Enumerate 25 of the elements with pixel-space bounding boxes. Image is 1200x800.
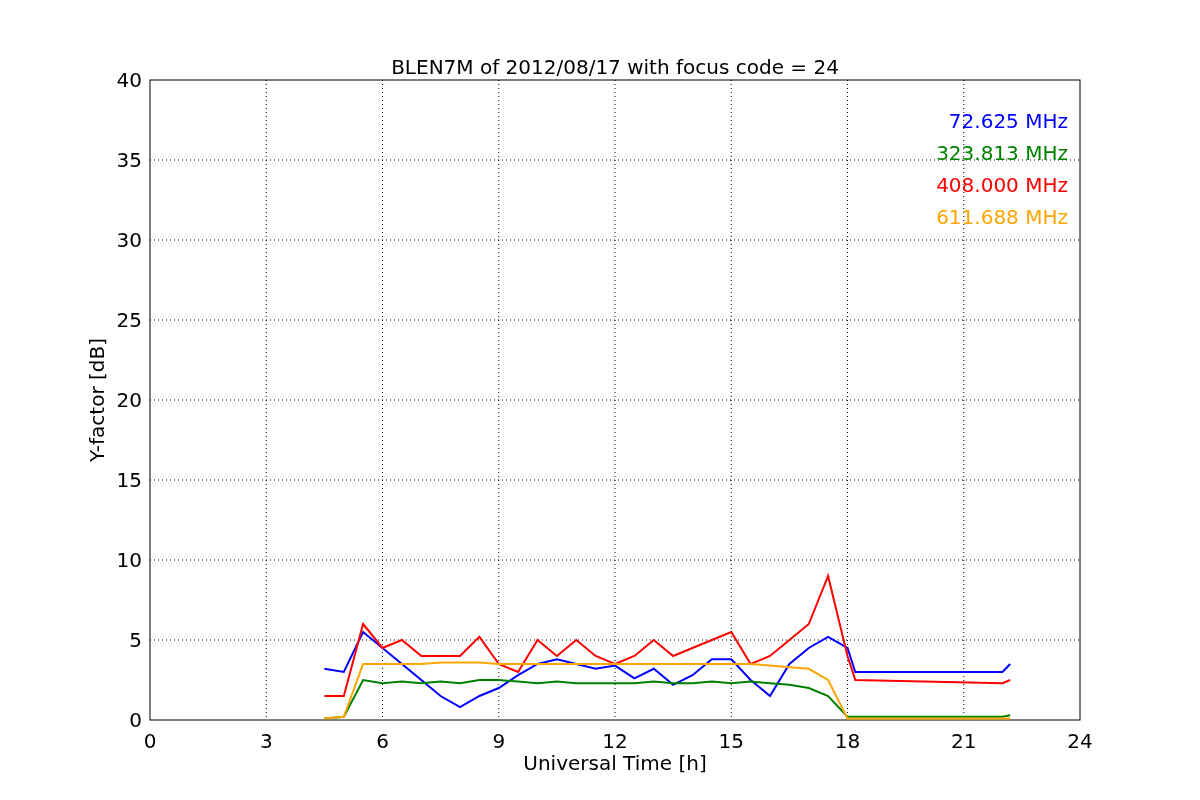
y-tick-label: 20 (116, 388, 142, 412)
y-tick-label: 10 (116, 548, 142, 572)
x-tick-label: 12 (602, 729, 628, 753)
x-tick-label: 24 (1067, 729, 1093, 753)
y-axis-label: Y-factor [dB] (85, 338, 109, 462)
x-tick-label: 0 (143, 729, 157, 753)
x-axis-label: Universal Time [h] (523, 751, 707, 775)
y-tick-label: 15 (116, 468, 142, 492)
y-tick-label: 25 (116, 308, 142, 332)
chart-title: BLEN7M of 2012/08/17 with focus code = 24 (391, 55, 839, 79)
x-tick-label: 9 (492, 729, 506, 753)
x-tick-label: 18 (834, 729, 861, 753)
legend-label: 611.688 MHz (936, 205, 1068, 229)
x-tick-label: 21 (951, 729, 977, 753)
legend-label: 408.000 MHz (936, 173, 1068, 197)
y-tick-label: 5 (129, 628, 142, 652)
legend-label: 72.625 MHz (948, 109, 1068, 133)
y-tick-label: 30 (116, 228, 142, 252)
legend-label: 323.813 MHz (936, 141, 1068, 165)
x-tick-label: 3 (259, 729, 273, 753)
x-tick-label: 6 (376, 729, 389, 753)
x-tick-label: 15 (718, 729, 744, 753)
y-tick-label: 0 (129, 708, 142, 732)
y-tick-label: 35 (116, 148, 142, 172)
y-tick-label: 40 (116, 68, 142, 92)
